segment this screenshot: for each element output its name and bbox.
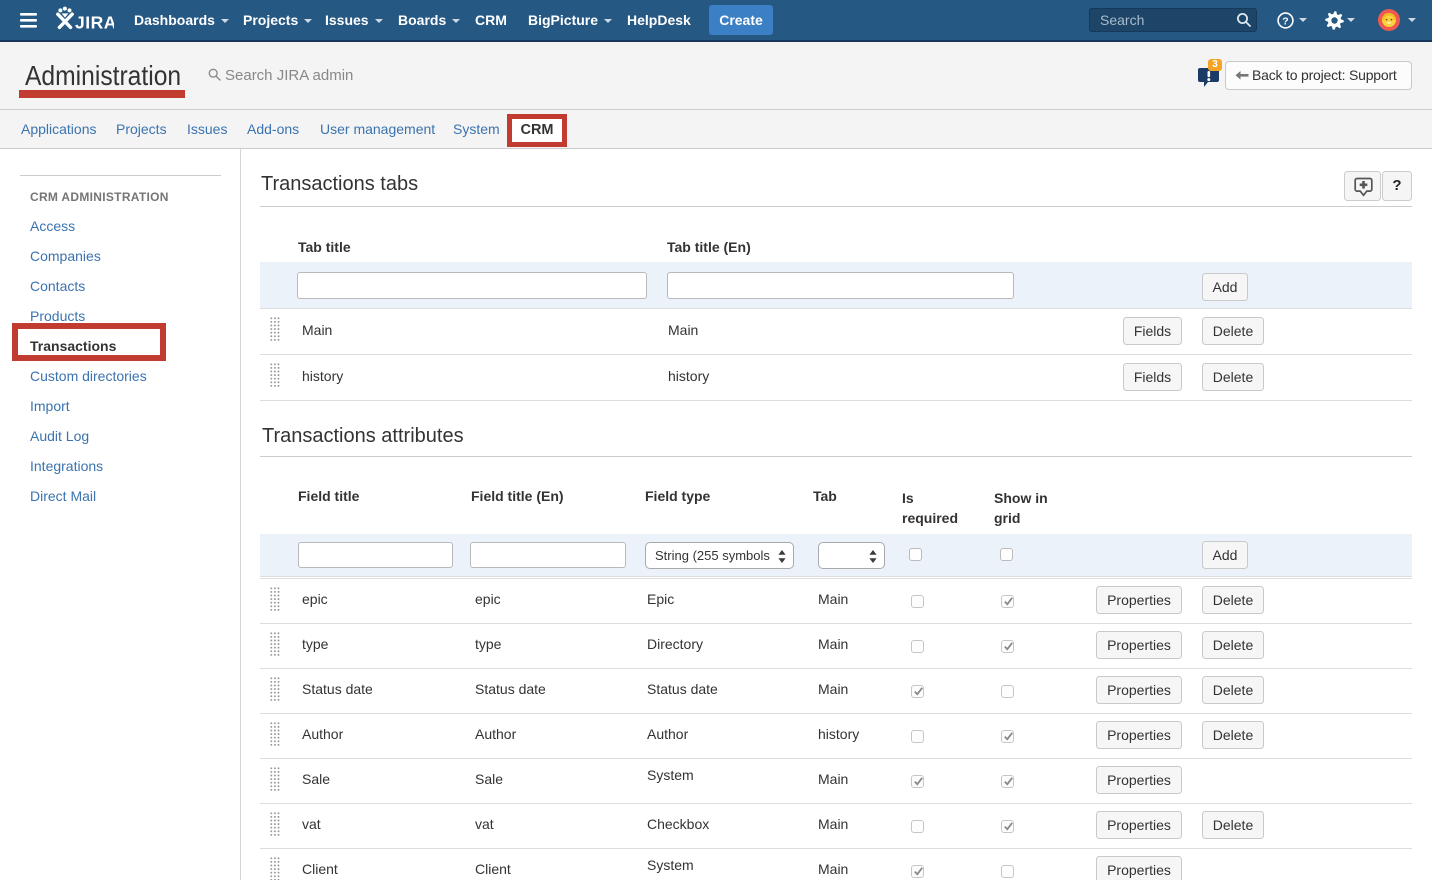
svg-text:JIRA: JIRA xyxy=(75,13,114,33)
svg-text:?: ? xyxy=(1282,15,1288,27)
